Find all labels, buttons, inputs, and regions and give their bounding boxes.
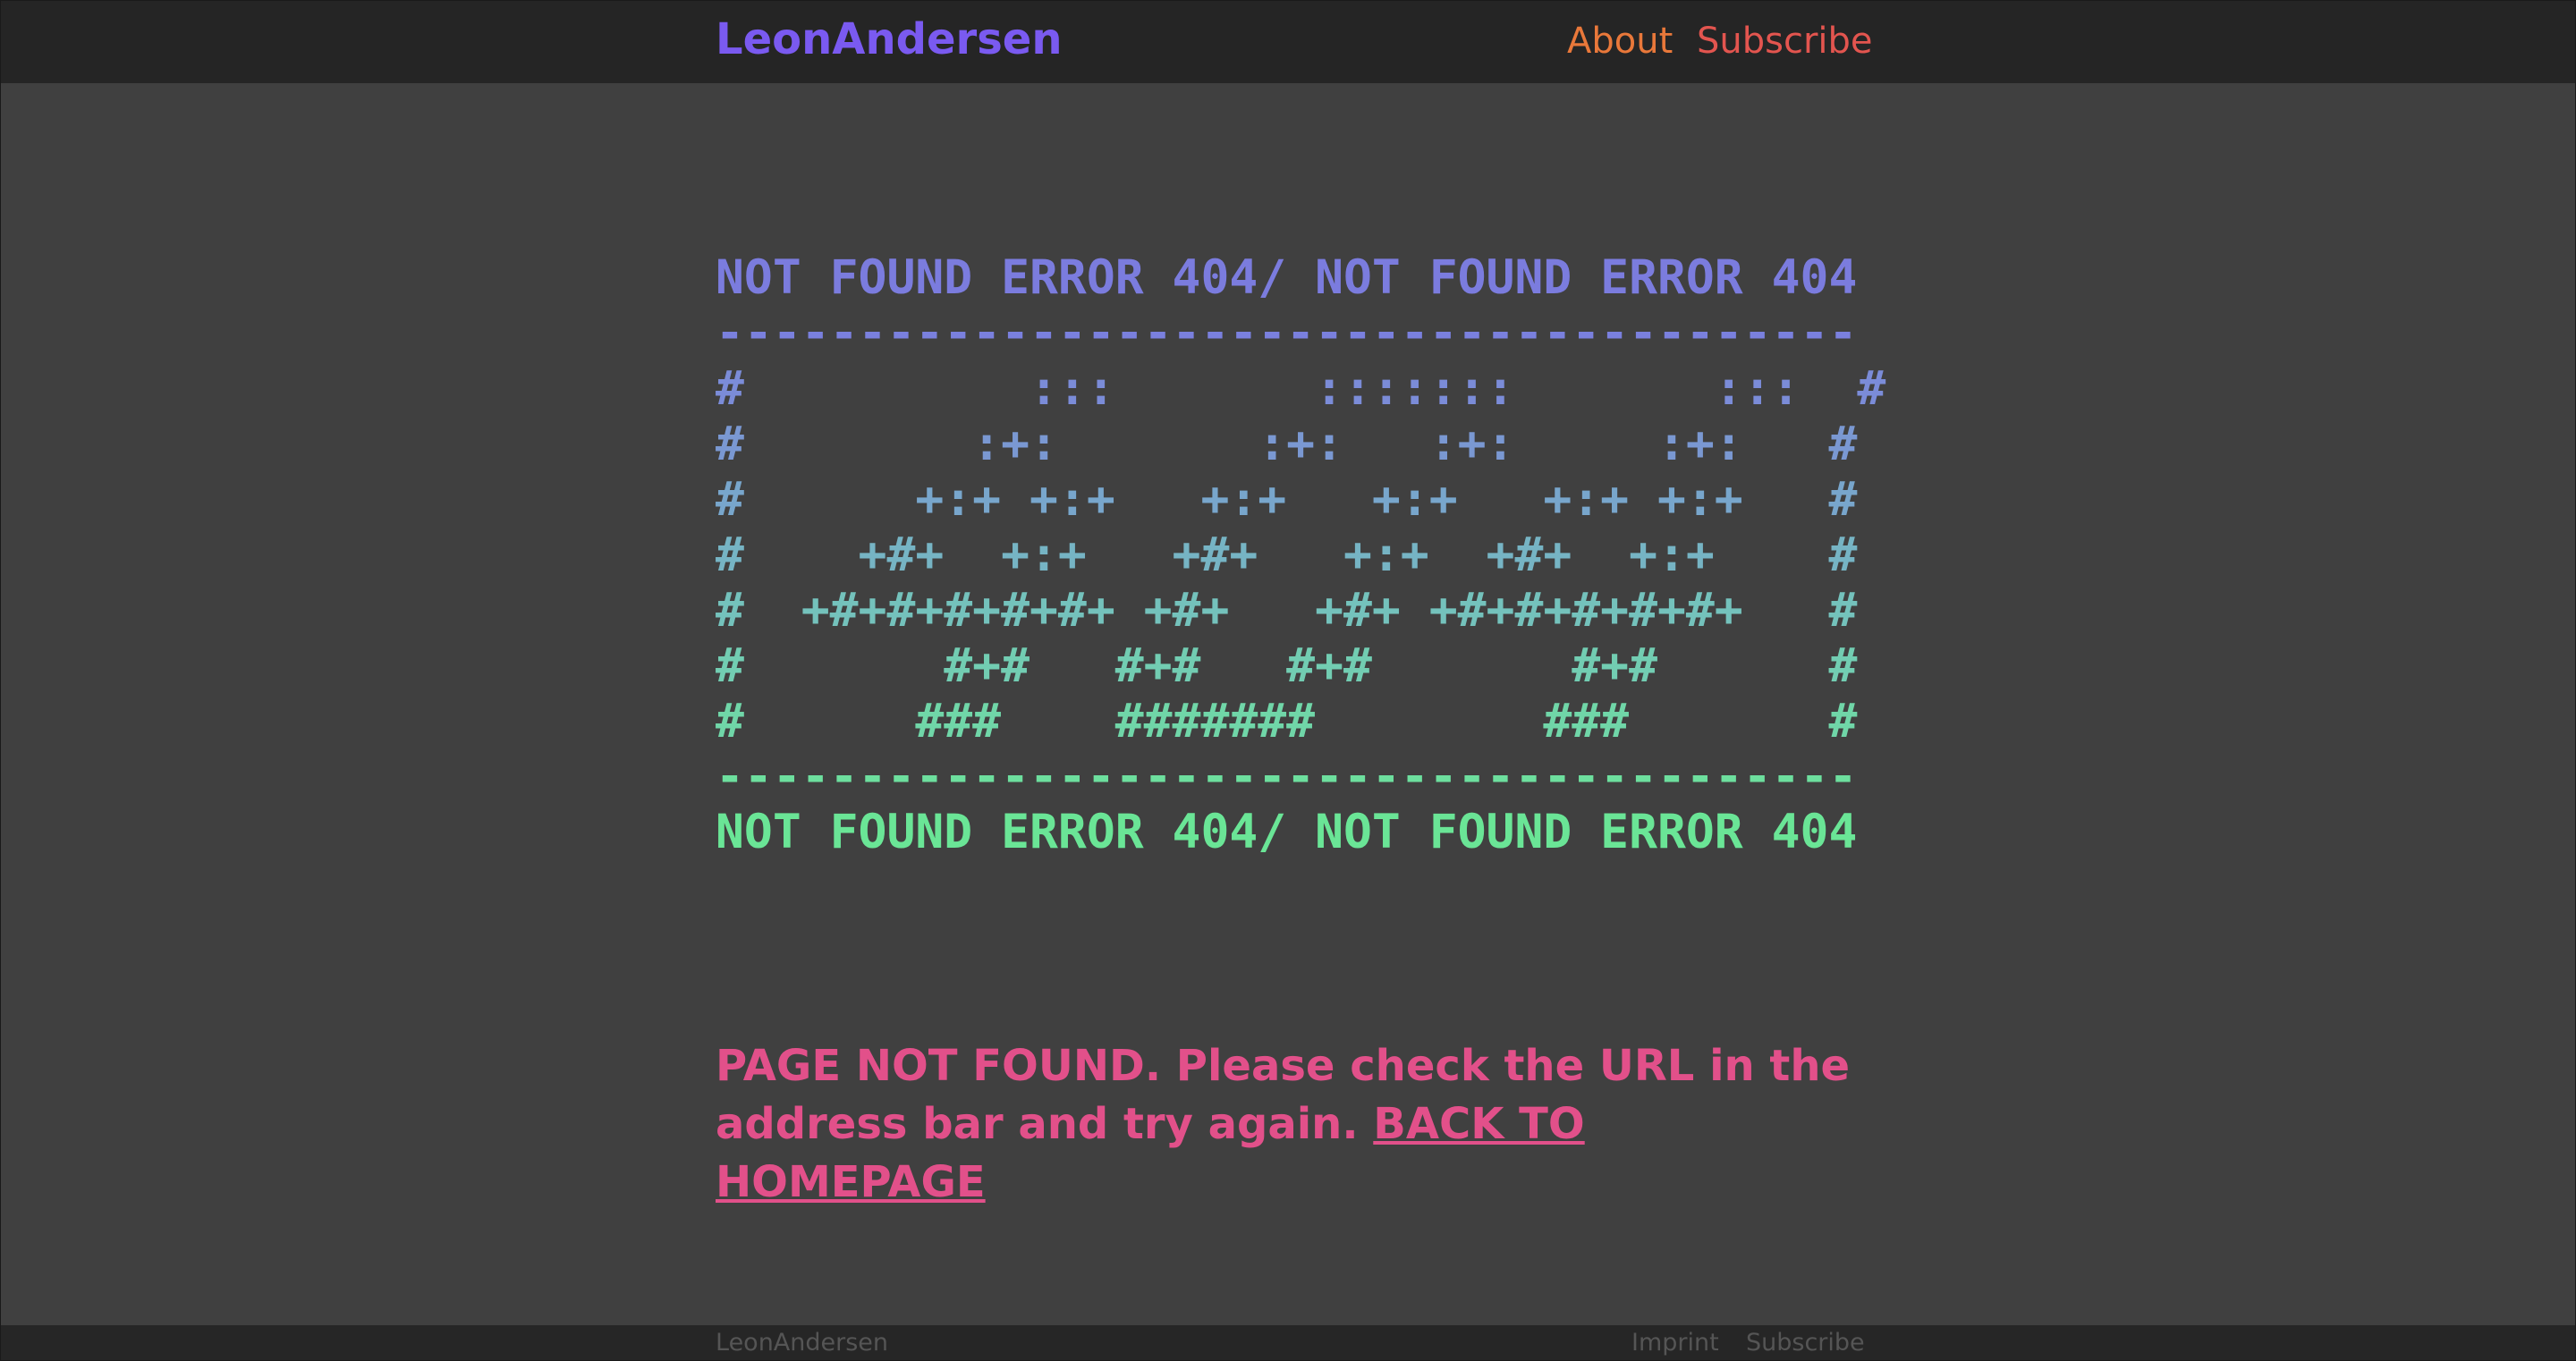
error-message-text: PAGE NOT FOUND. Please check the URL in … <box>716 1041 1851 1149</box>
ascii-line: ---------------------------------------- <box>716 749 1858 804</box>
footer-imprint-link[interactable]: Imprint <box>1631 1327 1719 1359</box>
footer-subscribe-link[interactable]: Subscribe <box>1746 1327 1865 1359</box>
ascii-line: # +#+ +:+ +#+ +:+ +#+ +:+ # <box>716 528 1858 582</box>
ascii-line: # ::: ::::::: ::: # <box>716 361 1886 416</box>
error-message: PAGE NOT FOUND. Please check the URL in … <box>716 1037 1869 1212</box>
ascii-line: # +:+ +:+ +:+ +:+ +:+ +:+ # <box>716 472 1858 527</box>
ascii-line: NOT FOUND ERROR 404/ NOT FOUND ERROR 404 <box>716 805 1858 859</box>
nav-about-link[interactable]: About <box>1567 16 1673 66</box>
ascii-line: # #+# #+# #+# #+# # <box>716 638 1858 693</box>
ascii-404-art: NOT FOUND ERROR 404/ NOT FOUND ERROR 404… <box>716 250 1885 916</box>
ascii-line: # +#+#+#+#+#+ +#+ +#+ +#+#+#+#+#+ # <box>716 583 1858 638</box>
nav-subscribe-link[interactable]: Subscribe <box>1697 16 1873 66</box>
ascii-line: # ### ####### ### # <box>716 694 1858 748</box>
ascii-line: NOT FOUND ERROR 404/ NOT FOUND ERROR 404 <box>716 250 1858 305</box>
ascii-line: # :+: :+: :+: :+: # <box>716 417 1858 471</box>
footer-bar: LeonAndersen Imprint Subscribe <box>0 1325 2576 1361</box>
brand-logo-link[interactable]: LeonAndersen <box>716 13 1063 66</box>
ascii-line: ---------------------------------------- <box>716 306 1858 360</box>
footer-brand-link[interactable]: LeonAndersen <box>716 1327 888 1359</box>
top-navigation-bar: LeonAndersen About Subscribe <box>0 0 2576 83</box>
